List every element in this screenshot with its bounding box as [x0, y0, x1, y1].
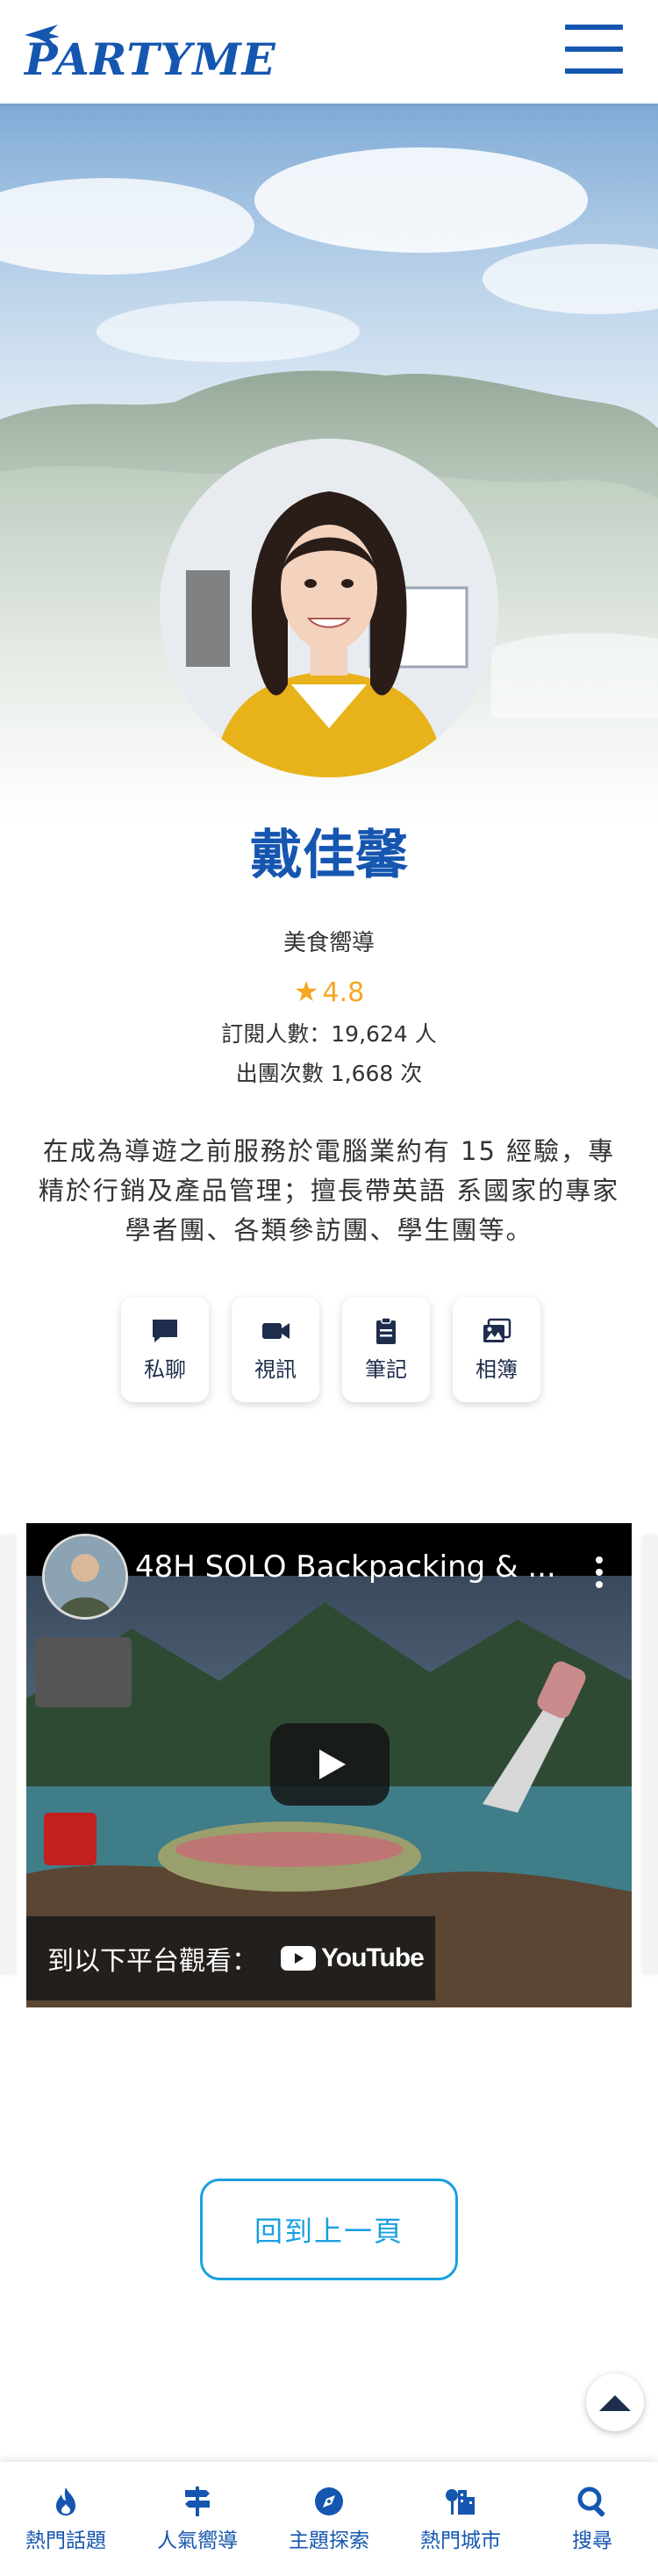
album-button[interactable]: 相簿 — [453, 1297, 540, 1402]
youtube-play-icon — [281, 1946, 316, 1971]
guide-rating: ★ 4.8 — [0, 974, 658, 1011]
search-icon — [577, 2487, 605, 2517]
video-camera-icon — [262, 1322, 290, 1339]
play-button[interactable] — [270, 1723, 390, 1806]
action-buttons: 私聊 視訊 筆記 相簿 — [121, 1297, 540, 1404]
back-button[interactable]: 回到上一頁 — [200, 2179, 458, 2280]
tour-count: 出團次數 1,668 次 — [235, 1061, 423, 1086]
nav-search[interactable]: 搜尋 — [535, 2485, 649, 2553]
chat-icon — [153, 1319, 177, 1342]
nav-label: 主題探索 — [289, 2529, 369, 2552]
nav-label: 人氣嚮導 — [157, 2529, 238, 2552]
airplane-icon — [25, 25, 60, 47]
video-title: 48H SOLO Backpacking & ... — [135, 1549, 556, 1585]
hamburger-menu-icon[interactable] — [565, 25, 623, 74]
nav-label: 熱門話題 — [25, 2529, 106, 2552]
star-icon: ★ — [293, 975, 319, 1008]
nav-label: 熱門城市 — [420, 2529, 501, 2552]
guide-role: 美食嚮導 — [283, 930, 375, 956]
clipboard-icon — [376, 1316, 396, 1344]
flame-icon — [56, 2487, 75, 2515]
nav-popular-cities[interactable]: 熱門城市 — [404, 2485, 518, 2553]
video-call-button[interactable]: 視訊 — [232, 1297, 319, 1402]
youtube-logo: YouTube — [281, 1943, 425, 1973]
photo-album-icon — [483, 1318, 511, 1342]
logo-text: PARTYME — [25, 33, 276, 85]
nav-label: 搜尋 — [572, 2529, 612, 2552]
action-label: 筆記 — [365, 1356, 407, 1382]
bottom-navigation: 熱門話題 人氣嚮導 主題探索 熱門城市 搜尋 — [0, 2462, 658, 2576]
nav-hot-topics[interactable]: 熱門話題 — [9, 2485, 123, 2553]
app-header: PARTYME — [0, 0, 658, 104]
compass-icon — [315, 2487, 343, 2515]
guide-bio: 在成為導遊之前服務於電腦業約有 15 經驗，專精於行銷及產品管理；擅長帶英語 系… — [38, 1136, 620, 1245]
chevron-up-icon — [599, 2395, 631, 2411]
channel-avatar[interactable] — [42, 1534, 128, 1620]
watch-on-youtube[interactable]: 到以下平台觀看： YouTube — [26, 1916, 435, 2000]
scroll-to-top-button[interactable] — [586, 2373, 644, 2431]
carousel-next-card[interactable] — [644, 1535, 658, 1974]
more-options-icon[interactable] — [595, 1555, 604, 1590]
action-label: 相簿 — [476, 1356, 518, 1382]
youtube-video-player[interactable]: 48H SOLO Backpacking & ... 到以下平台觀看： YouT… — [26, 1523, 632, 2007]
video-section: 48H SOLO Backpacking & ... 到以下平台觀看： YouT… — [0, 1518, 658, 2014]
private-chat-button[interactable]: 私聊 — [121, 1297, 209, 1402]
action-label: 視訊 — [254, 1356, 297, 1382]
notes-button[interactable]: 筆記 — [342, 1297, 430, 1402]
guide-avatar — [160, 439, 498, 777]
nav-theme-explore[interactable]: 主題探索 — [272, 2485, 386, 2553]
carousel-prev-card[interactable] — [0, 1535, 14, 1974]
signpost-icon — [185, 2487, 210, 2516]
rating-value: 4.8 — [322, 977, 365, 1008]
nav-popular-guides[interactable]: 人氣嚮導 — [140, 2485, 254, 2553]
play-icon — [319, 1750, 346, 1779]
guide-name: 戴佳馨 — [250, 825, 408, 886]
watch-on-label: 到以下平台觀看： — [47, 1946, 258, 1977]
hero-banner — [0, 104, 658, 823]
action-label: 私聊 — [144, 1356, 186, 1382]
partyme-logo[interactable]: PARTYME — [25, 25, 276, 86]
youtube-wordmark: YouTube — [321, 1943, 425, 1972]
city-icon — [446, 2489, 475, 2515]
subscriber-count: 訂閱人數：19,624 人 — [221, 1021, 437, 1047]
